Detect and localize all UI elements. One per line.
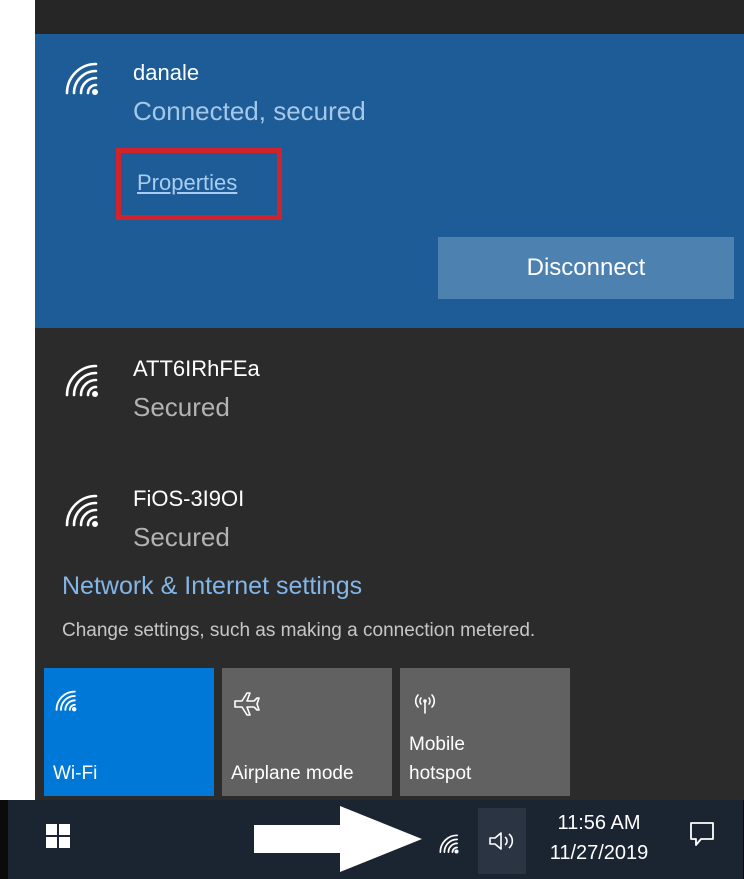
tray-wifi-icon[interactable] <box>438 834 460 859</box>
wifi-signal-icon <box>63 364 101 398</box>
disconnect-button[interactable]: Disconnect <box>438 237 734 299</box>
clock-date: 11/27/2019 <box>549 842 649 864</box>
start-button[interactable] <box>8 800 108 879</box>
network-status: Secured <box>133 522 230 552</box>
network-status: Connected, secured <box>133 96 366 126</box>
network-settings-description: Change settings, such as making a connec… <box>62 620 536 641</box>
windows-logo-icon <box>46 824 70 848</box>
network-list-item[interactable]: ATT6IRhFEa Secured <box>35 340 744 460</box>
taskbar: 11:56 AM 11/27/2019 <box>0 800 744 879</box>
network-settings-link[interactable]: Network & Internet settings <box>62 572 362 601</box>
taskbar-bar: 11:56 AM 11/27/2019 <box>8 800 743 879</box>
network-name: danale <box>133 60 200 85</box>
properties-link[interactable]: Properties <box>137 170 237 196</box>
hotspot-icon <box>410 690 446 726</box>
network-flyout: danale Connected, secured Properties Dis… <box>35 0 744 800</box>
quick-action-label: Airplane mode <box>231 763 354 784</box>
quick-action-mobile-hotspot[interactable]: Mobile hotspot <box>400 668 570 796</box>
airplane-icon <box>232 690 268 726</box>
wifi-icon <box>54 690 90 726</box>
quick-action-airplane-mode[interactable]: Airplane mode <box>222 668 392 796</box>
volume-icon <box>489 832 514 850</box>
clock-time: 11:56 AM <box>557 812 641 834</box>
network-name: FiOS-3I9OI <box>133 486 245 511</box>
connected-network-panel[interactable]: danale Connected, secured Properties Dis… <box>35 34 744 328</box>
taskbar-clock[interactable]: 11:56 AM 11/27/2019 <box>534 808 664 878</box>
arrow-annotation-icon <box>254 806 422 872</box>
quick-action-wifi[interactable]: Wi-Fi <box>44 668 214 796</box>
quick-action-label: Wi-Fi <box>53 763 98 784</box>
wifi-signal-icon <box>63 62 101 96</box>
notification-icon <box>690 822 714 846</box>
flyout-top-strip <box>35 0 744 34</box>
action-center-button[interactable] <box>688 820 716 853</box>
wifi-signal-icon <box>63 494 101 528</box>
network-status: Secured <box>133 392 230 422</box>
network-name: ATT6IRhFEa <box>133 356 260 381</box>
volume-button[interactable] <box>478 808 526 874</box>
quick-action-label: Mobile hotspot <box>409 734 472 784</box>
